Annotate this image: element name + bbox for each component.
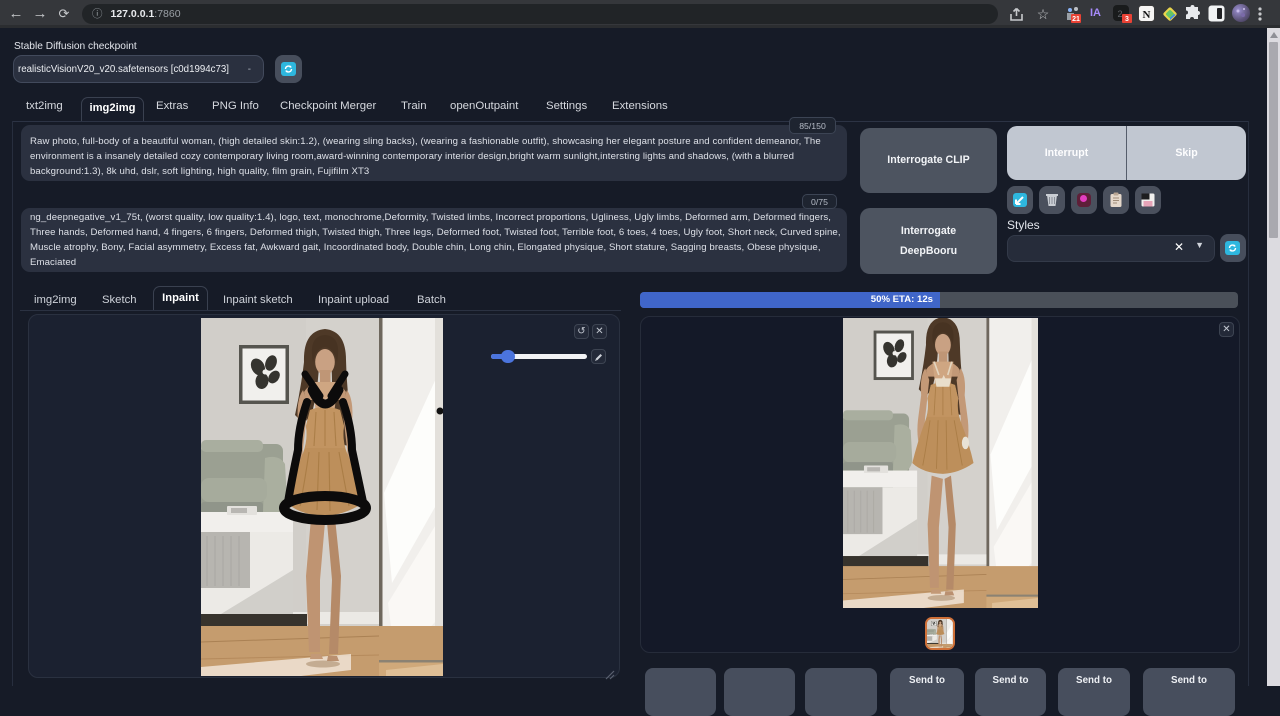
svg-text:2: 2 [1117, 9, 1122, 19]
svg-text:21: 21 [1072, 16, 1080, 23]
svg-text:3: 3 [1125, 16, 1129, 23]
svg-text:N: N [1143, 9, 1151, 21]
